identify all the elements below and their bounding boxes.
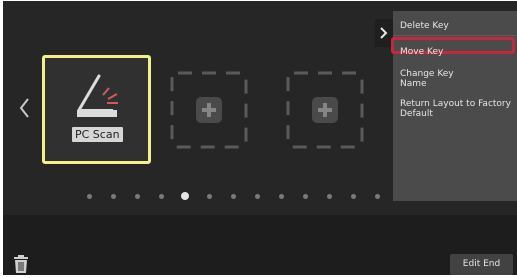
page-dot[interactable]	[135, 194, 140, 199]
pc-scan-key[interactable]: PC Scan	[42, 55, 151, 164]
page-dot[interactable]	[375, 194, 380, 199]
empty-key-slot[interactable]	[170, 71, 248, 149]
change-key-name-item[interactable]: Change Key Name	[400, 69, 472, 89]
previous-page-arrow-icon[interactable]	[17, 96, 33, 120]
menu-divider	[393, 35, 517, 36]
trash-icon[interactable]	[12, 254, 30, 275]
page-dot[interactable]	[207, 194, 212, 199]
page-dot-current[interactable]	[181, 192, 189, 200]
page-dot[interactable]	[327, 194, 332, 199]
page-dot[interactable]	[255, 194, 260, 199]
action-panel: Delete Key Move Key Change Key Name Retu…	[391, 11, 517, 201]
return-layout-item[interactable]: Return Layout to Factory Default	[400, 99, 517, 119]
page-dot[interactable]	[111, 194, 116, 199]
pc-scan-label: PC Scan	[72, 127, 123, 142]
page-dot[interactable]	[87, 194, 92, 199]
bottom-bar	[3, 215, 517, 275]
page-dot[interactable]	[303, 194, 308, 199]
move-key-item[interactable]: Move Key	[400, 47, 443, 57]
scanner-icon	[77, 74, 118, 117]
edit-end-button[interactable]: Edit End	[450, 254, 513, 275]
page-dot[interactable]	[279, 194, 284, 199]
page-dot[interactable]	[159, 194, 164, 199]
plus-icon	[312, 97, 338, 123]
home-screen: PC Scan Delete Key Move Key Change Key N…	[3, 1, 517, 275]
page-dot[interactable]	[351, 194, 356, 199]
plus-icon	[196, 97, 222, 123]
empty-key-slot[interactable]	[286, 71, 364, 149]
page-dot[interactable]	[231, 194, 236, 199]
delete-key-item[interactable]: Delete Key	[400, 21, 449, 31]
